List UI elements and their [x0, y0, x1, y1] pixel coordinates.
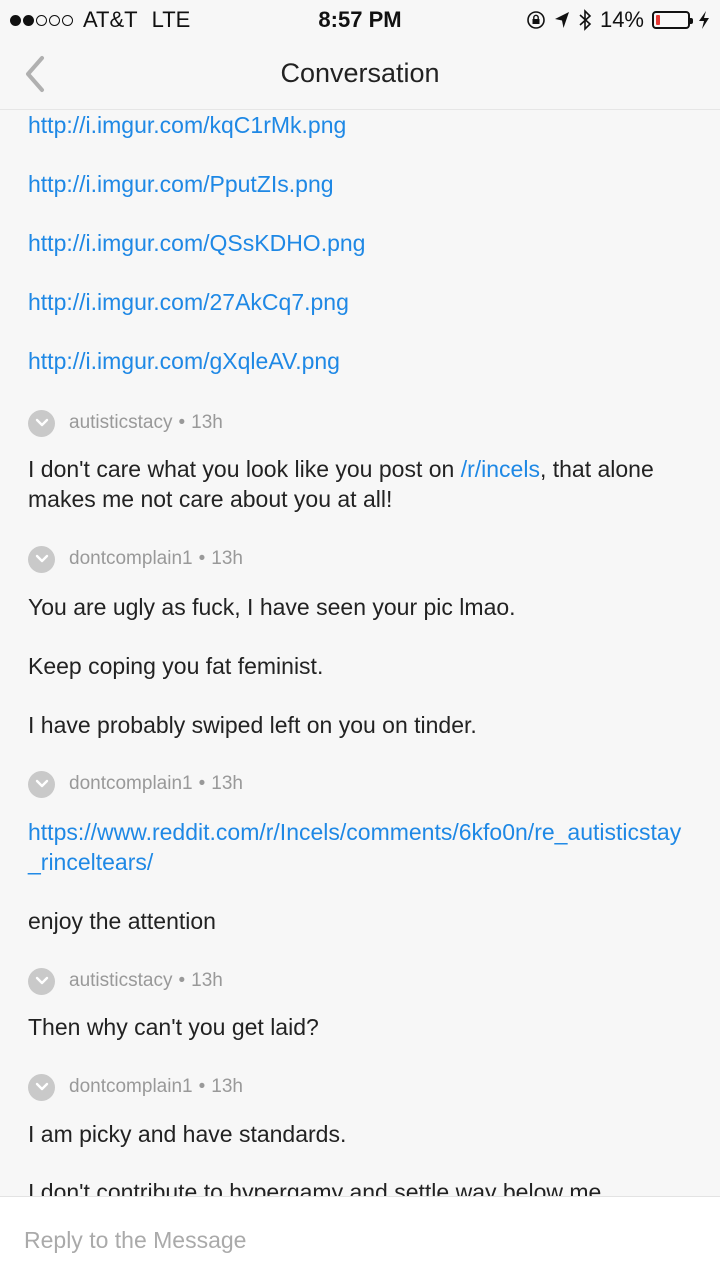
status-bar: AT&T LTE 8:57 PM 14% — [0, 0, 720, 40]
collapse-chevron-icon[interactable] — [28, 1073, 55, 1101]
message-username[interactable]: autisticstacy — [69, 970, 172, 992]
message-separator: • — [178, 412, 186, 433]
subreddit-link[interactable]: /r/incels — [461, 456, 540, 482]
message-meta: dontcomplain1 • 13h — [28, 544, 692, 574]
message-username[interactable]: dontcomplain1 — [69, 1076, 193, 1098]
message-time: 13h — [211, 773, 243, 794]
message-5: dontcomplain1 • 13h I am picky and have … — [0, 1072, 720, 1196]
message-text: I don't care what you look like you post… — [28, 456, 461, 482]
message-separator: • — [198, 773, 206, 794]
status-bar-right: 14% — [526, 7, 710, 33]
image-link-1[interactable]: http://i.imgur.com/kqC1rMk.png — [28, 110, 692, 140]
reply-bar — [0, 1196, 720, 1280]
reddit-link[interactable]: https://www.reddit.com/r/Incels/comments… — [28, 817, 692, 877]
image-link-5[interactable]: http://i.imgur.com/gXqleAV.png — [28, 346, 692, 376]
bluetooth-icon — [579, 9, 592, 31]
image-link-2[interactable]: http://i.imgur.com/PputZIs.png — [28, 169, 692, 199]
message-meta: dontcomplain1 • 13h — [28, 769, 692, 799]
message-paragraph: You are ugly as fuck, I have seen your p… — [28, 594, 516, 620]
conversation-thread[interactable]: http://i.imgur.com/kqC1rMk.png http://i.… — [0, 110, 720, 1196]
location-arrow-icon — [554, 12, 569, 28]
charging-bolt-icon — [699, 11, 709, 29]
message-paragraph: Keep coping you fat feminist. — [28, 653, 324, 679]
message-separator: • — [198, 1076, 206, 1097]
message-time: 13h — [191, 970, 223, 991]
rotation-lock-icon — [527, 11, 545, 29]
collapse-chevron-icon[interactable] — [28, 967, 55, 995]
reply-input[interactable] — [24, 1223, 694, 1257]
message-body: I don't care what you look like you post… — [28, 454, 692, 514]
message-paragraph: enjoy the attention — [28, 908, 216, 934]
message-time: 13h — [211, 548, 243, 569]
message-meta: autisticstacy • 13h — [28, 966, 692, 996]
image-link-3[interactable]: http://i.imgur.com/QSsKDHO.png — [28, 228, 692, 258]
message-1: autisticstacy • 13h I don't care what yo… — [0, 408, 720, 514]
message-2: dontcomplain1 • 13h You are ugly as fuck… — [0, 544, 720, 740]
message-paragraph: I have probably swiped left on you on ti… — [28, 712, 477, 738]
message-time: 13h — [191, 412, 223, 433]
image-link-4[interactable]: http://i.imgur.com/27AkCq7.png — [28, 287, 692, 317]
image-links: http://i.imgur.com/kqC1rMk.png http://i.… — [0, 110, 720, 376]
page-title: Conversation — [280, 58, 440, 88]
message-meta: autisticstacy • 13h — [28, 408, 692, 438]
nav-bar: Conversation — [0, 40, 720, 110]
message-time: 13h — [211, 1076, 243, 1097]
message-meta: dontcomplain1 • 13h — [28, 1072, 692, 1102]
message-username[interactable]: autisticstacy — [69, 412, 172, 434]
collapse-chevron-icon[interactable] — [28, 545, 55, 573]
message-separator: • — [198, 548, 206, 569]
message-username[interactable]: dontcomplain1 — [69, 548, 193, 570]
message-username[interactable]: dontcomplain1 — [69, 773, 193, 795]
message-paragraph: I am picky and have standards. — [28, 1121, 347, 1147]
collapse-chevron-icon[interactable] — [28, 409, 55, 437]
message-paragraph: I don't contribute to hypergamy and sett… — [28, 1179, 608, 1196]
message-paragraph: Then why can't you get laid? — [28, 1014, 319, 1040]
battery-icon — [652, 11, 693, 29]
battery-percent: 14% — [599, 7, 644, 32]
message-3: dontcomplain1 • 13h https://www.reddit.c… — [0, 769, 720, 936]
collapse-chevron-icon[interactable] — [28, 770, 55, 798]
message-4: autisticstacy • 13h Then why can't you g… — [0, 966, 720, 1042]
message-separator: • — [178, 970, 186, 991]
